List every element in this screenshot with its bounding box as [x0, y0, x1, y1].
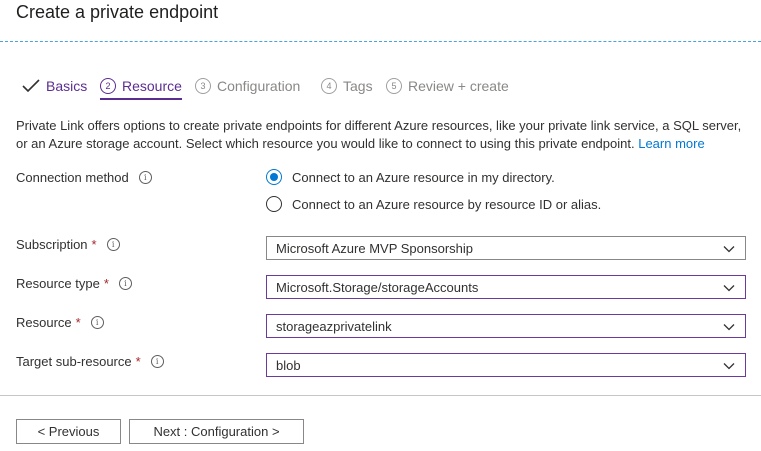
- radio-button[interactable]: [266, 196, 282, 212]
- learn-more-link[interactable]: Learn more: [638, 136, 704, 151]
- target-sub-resource-label: Target sub-resource * i: [16, 354, 164, 369]
- select-value: blob: [276, 357, 301, 373]
- footer-divider: [0, 395, 761, 396]
- resource-type-select[interactable]: Microsoft.Storage/storageAccounts: [266, 275, 746, 299]
- step-number: 5: [386, 78, 402, 94]
- tab-resource[interactable]: 2 Resource: [100, 74, 182, 100]
- required-asterisk: *: [103, 276, 109, 291]
- tab-label: Configuration: [217, 78, 301, 94]
- title-divider: [0, 41, 761, 42]
- step-number: 4: [321, 78, 337, 94]
- subscription-label: Subscription * i: [16, 237, 120, 252]
- radio-option-my-directory[interactable]: Connect to an Azure resource in my direc…: [266, 169, 555, 185]
- tab-tags[interactable]: 4 Tags: [321, 74, 373, 98]
- info-icon[interactable]: i: [138, 171, 152, 184]
- select-value: Microsoft.Storage/storageAccounts: [276, 279, 479, 295]
- active-tab-underline: [100, 98, 182, 100]
- chevron-down-icon: [723, 363, 735, 370]
- radio-label: Connect to an Azure resource by resource…: [292, 196, 602, 212]
- select-value: Microsoft Azure MVP Sponsorship: [276, 240, 474, 256]
- step-number: 3: [195, 78, 211, 94]
- radio-label: Connect to an Azure resource in my direc…: [292, 169, 555, 185]
- resource-type-label: Resource type * i: [16, 276, 132, 291]
- chevron-down-icon: [723, 324, 735, 331]
- step-number: 2: [100, 78, 116, 94]
- chevron-down-icon: [723, 285, 735, 292]
- page-description: Private Link offers options to create pr…: [16, 117, 746, 153]
- radio-button-selected[interactable]: [266, 169, 282, 185]
- field-label: Resource type: [16, 276, 100, 291]
- field-label: Subscription: [16, 237, 88, 252]
- required-asterisk: *: [91, 237, 97, 252]
- tab-label: Review + create: [408, 78, 509, 94]
- info-icon[interactable]: i: [90, 316, 104, 329]
- tab-label: Basics: [46, 78, 88, 94]
- resource-select[interactable]: storageazprivatelink: [266, 314, 746, 338]
- field-label: Resource: [16, 315, 72, 330]
- resource-label: Resource * i: [16, 315, 104, 330]
- tab-basics[interactable]: Basics: [22, 74, 87, 98]
- required-asterisk: *: [135, 354, 141, 369]
- field-label: Connection method: [16, 170, 129, 185]
- info-icon[interactable]: i: [106, 238, 120, 251]
- tab-configuration[interactable]: 3 Configuration: [195, 74, 300, 98]
- next-configuration-button[interactable]: Next : Configuration >: [129, 419, 304, 444]
- info-icon[interactable]: i: [150, 355, 164, 368]
- page-title: Create a private endpoint: [16, 2, 219, 22]
- chevron-down-icon: [723, 246, 735, 253]
- checkmark-icon: [22, 79, 40, 93]
- connection-method-label: Connection method i: [16, 170, 152, 185]
- field-label: Target sub-resource: [16, 354, 132, 369]
- tab-label: Resource: [122, 78, 182, 94]
- target-sub-resource-select[interactable]: blob: [266, 353, 746, 377]
- select-value: storageazprivatelink: [276, 318, 392, 334]
- previous-button[interactable]: < Previous: [16, 419, 121, 444]
- radio-option-resource-id[interactable]: Connect to an Azure resource by resource…: [266, 196, 601, 212]
- tab-label: Tags: [343, 78, 373, 94]
- description-text: Private Link offers options to create pr…: [16, 118, 742, 151]
- wizard-tabs: Basics 2 Resource 3 Configuration 4 Tags…: [20, 74, 620, 100]
- info-icon[interactable]: i: [118, 277, 132, 290]
- tab-review-create[interactable]: 5 Review + create: [386, 74, 509, 98]
- subscription-select[interactable]: Microsoft Azure MVP Sponsorship: [266, 236, 746, 260]
- required-asterisk: *: [75, 315, 81, 330]
